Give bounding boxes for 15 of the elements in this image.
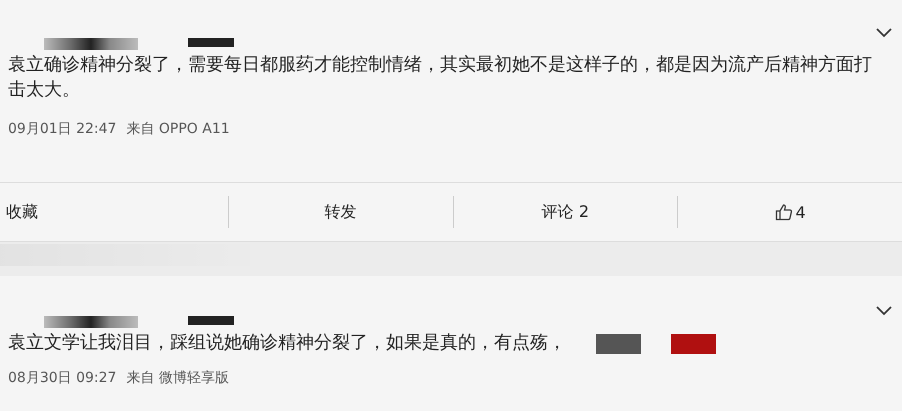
post-source[interactable]: 来自 微博轻享版 bbox=[126, 369, 229, 387]
post-text: 袁立确诊精神分裂了，需要每日都服药才能控制情绪，其实最初她不是这样子的，都是因为流产后精神方面打击太大。 bbox=[8, 53, 873, 102]
post-source[interactable]: 来自 OPPO A11 bbox=[126, 120, 230, 138]
post-text: 袁立文学让我泪目，踩组说她确诊精神分裂了，如果是真的，有点殇， bbox=[8, 331, 566, 355]
redaction-mark bbox=[188, 316, 234, 325]
post-time: 09月01日 22:47 bbox=[8, 120, 116, 138]
thumbs-up-icon bbox=[774, 203, 793, 221]
like-button[interactable]: 4 bbox=[772, 200, 808, 224]
chevron-down-icon[interactable] bbox=[876, 28, 892, 38]
action-button[interactable]: 评论 2 bbox=[540, 200, 591, 224]
action-button[interactable]: 转发 bbox=[322, 200, 359, 224]
chevron-down-icon[interactable] bbox=[876, 306, 892, 316]
action-button[interactable]: 收藏 bbox=[4, 200, 40, 224]
redaction-mark bbox=[188, 38, 234, 47]
post-time: 08月30日 09:27 bbox=[8, 369, 116, 387]
